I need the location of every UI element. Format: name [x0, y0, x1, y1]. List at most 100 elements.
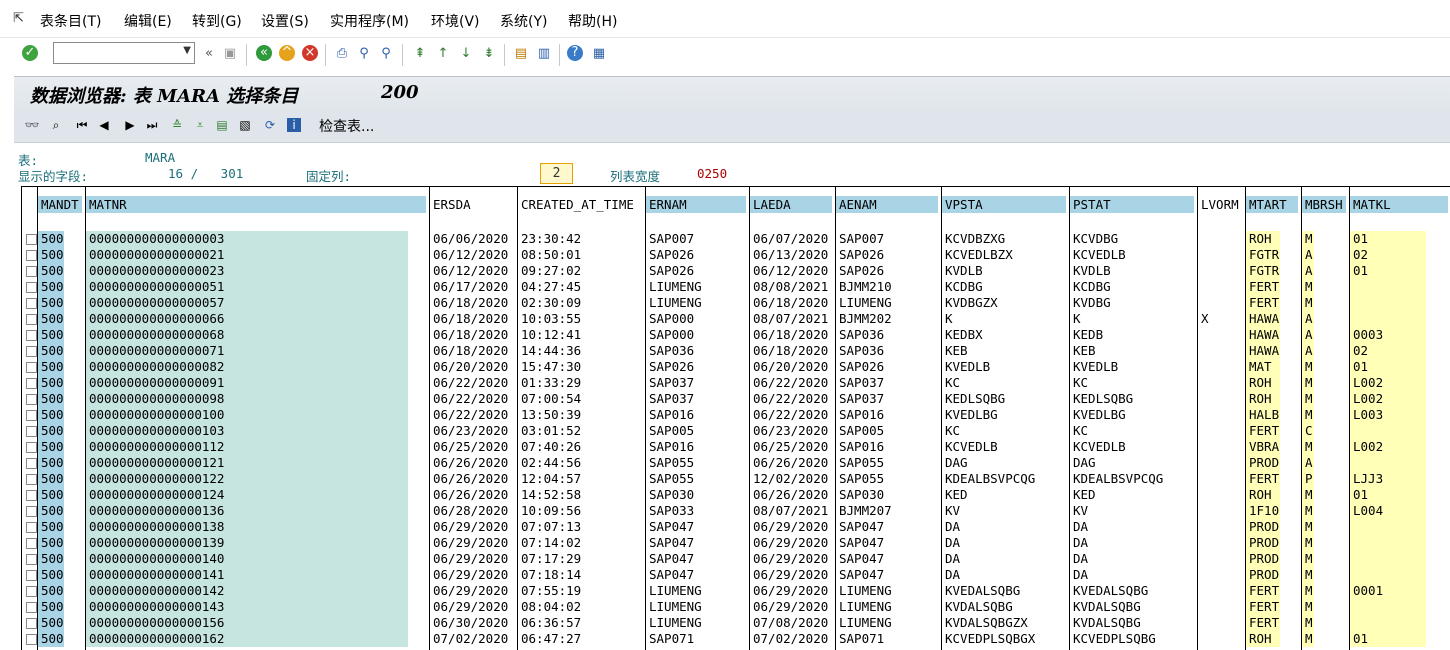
cell-aenam[interactable]: LIUMENG [836, 615, 938, 631]
cell-created-at-time[interactable]: 03:01:52 [518, 423, 642, 439]
cell-laeda[interactable]: 07/02/2020 [750, 631, 832, 647]
cell-matkl[interactable] [1350, 455, 1426, 471]
cell-lvorm[interactable] [1198, 327, 1242, 343]
row-select-checkbox[interactable] [26, 282, 37, 293]
cell-pstat[interactable]: KCVEDPLSQBG [1070, 631, 1194, 647]
cell-ersda[interactable]: 06/06/2020 [430, 231, 514, 247]
cell-ersda[interactable]: 06/26/2020 [430, 471, 514, 487]
cell-vpsta[interactable]: KCVEDLB [942, 439, 1066, 455]
check-table-button[interactable]: 检查表... [319, 116, 374, 136]
cell-ernam[interactable]: SAP055 [646, 455, 746, 471]
cell-ernam[interactable]: SAP047 [646, 567, 746, 583]
menu-table-entry[interactable]: 表条目(T) [40, 11, 101, 31]
cell-matnr[interactable]: 000000000000000136 [86, 503, 408, 519]
cell-aenam[interactable]: SAP026 [836, 359, 938, 375]
cell-pstat[interactable]: KVDLB [1070, 263, 1194, 279]
row-select-checkbox[interactable] [26, 522, 37, 533]
cell-matkl[interactable]: L002 [1350, 439, 1426, 455]
cell-ernam[interactable]: SAP005 [646, 423, 746, 439]
cell-lvorm[interactable] [1198, 375, 1242, 391]
cell-mandt[interactable]: 500 [38, 343, 64, 359]
cell-mbrsh[interactable]: A [1302, 343, 1314, 359]
cell-vpsta[interactable]: K [942, 311, 1066, 327]
cell-laeda[interactable]: 06/29/2020 [750, 567, 832, 583]
cell-aenam[interactable]: BJMM210 [836, 279, 938, 295]
cell-mbrsh[interactable]: A [1302, 311, 1314, 327]
cell-vpsta[interactable]: KCVDBZXG [942, 231, 1066, 247]
cell-ersda[interactable]: 06/29/2020 [430, 567, 514, 583]
cell-mandt[interactable]: 500 [38, 599, 64, 615]
row-select-checkbox[interactable] [26, 410, 37, 421]
cell-pstat[interactable]: KCVEDLB [1070, 439, 1194, 455]
previous-page-icon[interactable]: ↑ [434, 45, 452, 63]
cell-matkl[interactable]: L003 [1350, 407, 1426, 423]
cell-mbrsh[interactable]: M [1302, 439, 1314, 455]
row-select-checkbox[interactable] [26, 346, 37, 357]
cell-ernam[interactable]: SAP036 [646, 343, 746, 359]
cell-pstat[interactable]: KCVDBG [1070, 231, 1194, 247]
export-icon[interactable]: ▧ [237, 116, 253, 134]
cell-created-at-time[interactable]: 08:50:01 [518, 247, 642, 263]
cell-lvorm[interactable] [1198, 535, 1242, 551]
cell-lvorm[interactable] [1198, 359, 1242, 375]
cell-mbrsh[interactable]: M [1302, 487, 1314, 503]
cell-mtart[interactable]: PROD [1246, 455, 1280, 471]
cell-laeda[interactable]: 06/29/2020 [750, 535, 832, 551]
cell-mbrsh[interactable]: M [1302, 359, 1314, 375]
cell-ernam[interactable]: SAP016 [646, 407, 746, 423]
cell-aenam[interactable]: SAP026 [836, 247, 938, 263]
cell-matnr[interactable]: 000000000000000122 [86, 471, 408, 487]
cell-pstat[interactable]: KVDBG [1070, 295, 1194, 311]
cell-mbrsh[interactable]: M [1302, 407, 1314, 423]
print-icon[interactable]: ⎙ [333, 45, 351, 63]
cell-mtart[interactable]: FERT [1246, 423, 1280, 439]
cell-aenam[interactable]: SAP007 [836, 231, 938, 247]
cell-vpsta[interactable]: KEDLSQBG [942, 391, 1066, 407]
table-row[interactable]: 500 000000000000000143 06/29/2020 08:04:02 L… [22, 599, 1450, 615]
cell-vpsta[interactable]: KCVEDLBZX [942, 247, 1066, 263]
cell-mbrsh[interactable]: M [1302, 295, 1314, 311]
cell-mbrsh[interactable]: M [1302, 519, 1314, 535]
cell-created-at-time[interactable]: 02:30:09 [518, 295, 642, 311]
command-field[interactable]: ▼ [53, 42, 195, 64]
cell-mandt[interactable]: 500 [38, 391, 64, 407]
menu-system[interactable]: 系统(Y) [500, 11, 547, 31]
cell-laeda[interactable]: 06/22/2020 [750, 407, 832, 423]
column-header-matkl[interactable]: MATKL [1350, 196, 1448, 213]
cell-pstat[interactable]: KC [1070, 423, 1194, 439]
row-select-checkbox[interactable] [26, 634, 37, 645]
cell-vpsta[interactable]: KVDLB [942, 263, 1066, 279]
cell-ersda[interactable]: 06/18/2020 [430, 311, 514, 327]
menu-help[interactable]: 帮助(H) [568, 11, 617, 31]
cell-matnr[interactable]: 000000000000000082 [86, 359, 408, 375]
column-header-ersda[interactable]: ERSDA [430, 196, 514, 213]
cell-laeda[interactable]: 06/25/2020 [750, 439, 832, 455]
cell-matkl[interactable]: LJJ3 [1350, 471, 1426, 487]
exit-menu-icon[interactable]: ⇱ [13, 11, 27, 26]
cell-vpsta[interactable]: KED [942, 487, 1066, 503]
cell-lvorm[interactable] [1198, 391, 1242, 407]
cell-aenam[interactable]: SAP037 [836, 375, 938, 391]
cell-ersda[interactable]: 06/18/2020 [430, 343, 514, 359]
row-select-checkbox[interactable] [26, 298, 37, 309]
cell-created-at-time[interactable]: 07:18:14 [518, 567, 642, 583]
cell-created-at-time[interactable]: 10:12:41 [518, 327, 642, 343]
cell-matkl[interactable]: 01 [1350, 487, 1426, 503]
cell-mtart[interactable]: PROD [1246, 519, 1280, 535]
cell-aenam[interactable]: SAP047 [836, 567, 938, 583]
menu-settings[interactable]: 设置(S) [261, 11, 309, 31]
cell-pstat[interactable]: DA [1070, 567, 1194, 583]
cell-matnr[interactable]: 000000000000000124 [86, 487, 408, 503]
cell-matkl[interactable] [1350, 279, 1426, 295]
glasses-display-icon[interactable]: 👓 [24, 116, 40, 134]
cell-mbrsh[interactable]: M [1302, 391, 1314, 407]
cell-lvorm[interactable] [1198, 343, 1242, 359]
cell-ernam[interactable]: SAP047 [646, 519, 746, 535]
menu-utilities[interactable]: 实用程序(M) [330, 11, 409, 31]
cell-created-at-time[interactable]: 07:55:19 [518, 583, 642, 599]
cell-mandt[interactable]: 500 [38, 583, 64, 599]
cell-ernam[interactable]: LIUMENG [646, 583, 746, 599]
cell-mtart[interactable]: HAWA [1246, 311, 1280, 327]
cell-laeda[interactable]: 07/08/2020 [750, 615, 832, 631]
cell-pstat[interactable]: KVEDLBG [1070, 407, 1194, 423]
